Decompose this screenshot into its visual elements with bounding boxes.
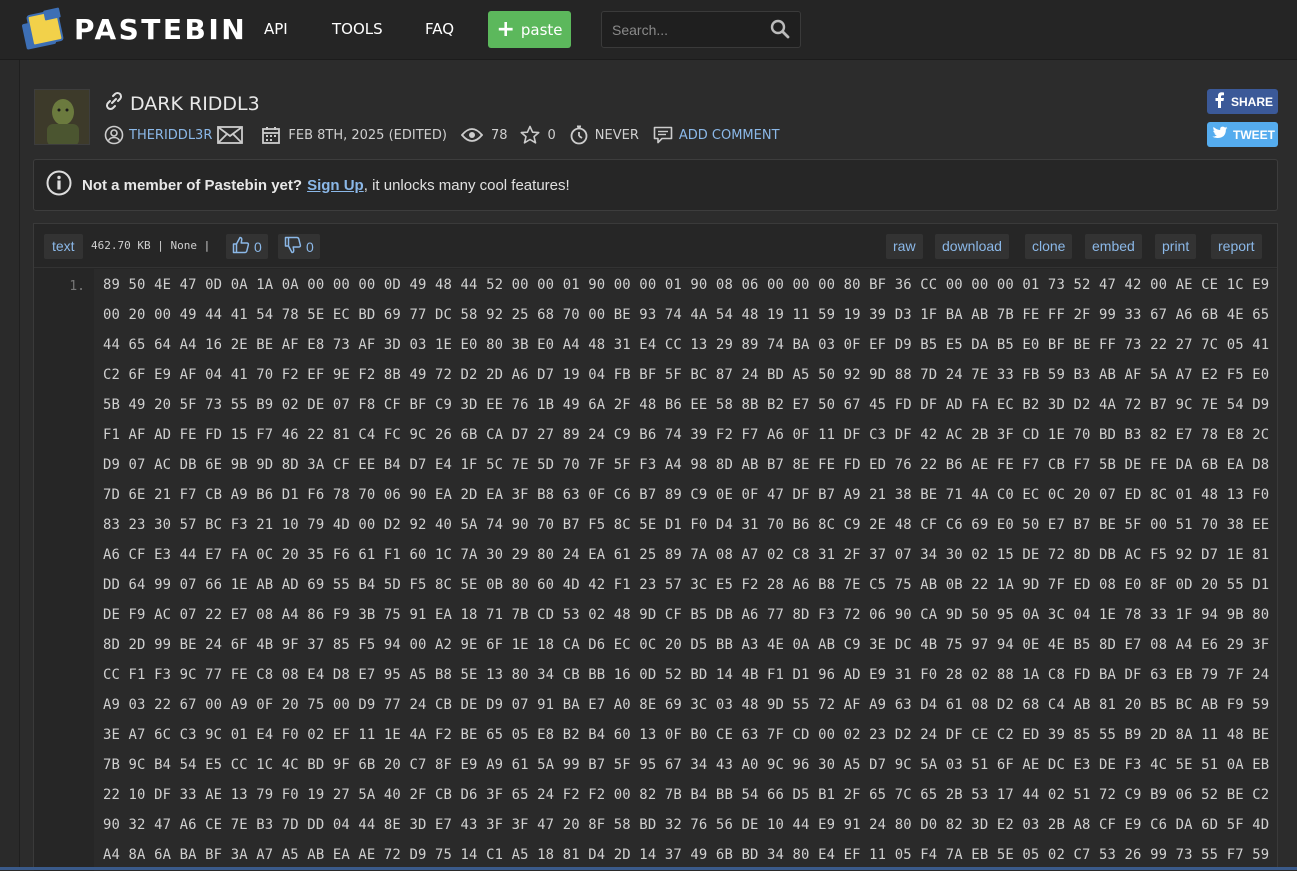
like-button[interactable]: 0: [226, 234, 268, 259]
pastebin-logo-icon: [21, 7, 66, 51]
author-link[interactable]: THERIDDL3R: [129, 128, 212, 143]
clone-button[interactable]: clone: [1025, 234, 1073, 259]
paste-title-row: DARK RIDDL3: [104, 91, 260, 116]
signup-link[interactable]: Sign Up: [307, 177, 364, 194]
code-text-row: A9 03 22 67 00 A9 0F 20 75 00 D9 77 24 C…: [103, 697, 1277, 713]
thumbs-down-icon: [284, 236, 302, 257]
code-text-row: D9 07 AC DB 6E 9B 9D 8D 3A CF EE B4 D7 E…: [103, 457, 1277, 473]
code-text-row: 7D 6E 21 F7 CB A9 B6 D1 F6 78 70 06 90 E…: [103, 487, 1277, 503]
code-text-row: 5B 49 20 5F 73 55 B9 02 DE 07 F8 CF BF C…: [103, 397, 1277, 413]
code-text-row: 83 23 30 57 BC F3 21 10 79 4D 00 D2 92 4…: [103, 517, 1277, 533]
search-icon[interactable]: [770, 19, 790, 44]
code-text-row: DE F9 AC 07 22 E7 08 A4 86 F9 3B 75 91 E…: [103, 607, 1277, 623]
facebook-share-button[interactable]: SHARE: [1207, 89, 1278, 114]
like-count: 0: [254, 238, 262, 255]
line-gutter: 1.: [34, 269, 94, 871]
paste-date: FEB 8TH, 2025 (EDITED): [288, 127, 447, 143]
view-count: 78: [490, 127, 508, 143]
paste-size: 462.70 KB: [91, 239, 151, 252]
code-toolbar: text 462.70 KB | None | 0 0 raw download…: [34, 224, 1277, 268]
code-text-row: A4 8A 6A BA BF 3A A7 A5 AB EA AE 72 D9 7…: [103, 847, 1277, 863]
link-icon: [104, 91, 124, 116]
info-icon: [46, 170, 72, 200]
paste-size-info: 462.70 KB | None |: [91, 239, 211, 252]
facebook-icon: [1212, 92, 1226, 111]
nav-tools[interactable]: TOOLS: [332, 20, 383, 38]
plus-icon: +: [496, 16, 515, 42]
paste-title: DARK RIDDL3: [130, 92, 260, 115]
logo-link[interactable]: PASTEBIN: [21, 5, 248, 53]
print-button[interactable]: print: [1155, 234, 1197, 259]
syntax-tag[interactable]: text: [44, 234, 83, 259]
expiry: NEVER: [594, 127, 639, 143]
line-number: 1.: [69, 279, 85, 294]
code-text-row: 89 50 4E 47 0D 0A 1A 0A 00 00 00 0D 49 4…: [103, 277, 1277, 293]
stopwatch-icon: [569, 125, 589, 145]
download-button[interactable]: download: [935, 234, 1009, 259]
top-bar: PASTEBIN API TOOLS FAQ + paste: [0, 0, 1297, 60]
code-text-row: 8D 2D 99 BE 24 6F 4B 9F 37 85 F5 94 00 A…: [103, 637, 1277, 653]
brand-name: PASTEBIN: [74, 12, 248, 46]
code-text-row: 7B 9C B4 54 E5 CC 1C 4C BD 9F 6B 20 C7 8…: [103, 757, 1277, 773]
dislike-count: 0: [306, 238, 314, 255]
rating-count: 0: [547, 127, 556, 143]
new-paste-button[interactable]: + paste: [488, 11, 571, 48]
avatar[interactable]: [34, 89, 90, 145]
calendar-icon: [261, 125, 281, 145]
mail-icon[interactable]: [217, 126, 244, 144]
new-paste-label: paste: [520, 20, 563, 39]
embed-button[interactable]: embed: [1085, 234, 1142, 259]
code-text-row: C2 6F E9 AF 04 41 70 F2 EF 9E F2 8B 49 7…: [103, 367, 1277, 383]
raw-button[interactable]: raw: [886, 234, 923, 259]
code-text-row: 90 32 47 A6 CE 7E B3 7D DD 04 44 8E 3D E…: [103, 817, 1277, 833]
code-text-row: DD 64 99 07 66 1E AB AD 69 55 B4 5D F5 8…: [103, 577, 1277, 593]
code-content[interactable]: 89 50 4E 47 0D 0A 1A 0A 00 00 00 0D 49 4…: [94, 269, 1277, 871]
code-text-row: CC F1 F3 9C 77 FE C8 08 E4 D8 E7 95 A5 B…: [103, 667, 1277, 683]
paste-category: None: [170, 239, 197, 252]
search-input[interactable]: [602, 12, 762, 47]
tweet-label: TWEET: [1233, 127, 1275, 142]
signup-notice: Not a member of Pastebin yet? Sign Up , …: [33, 159, 1278, 211]
dislike-button[interactable]: 0: [278, 234, 320, 259]
notice-rest: , it unlocks many cool features!: [363, 176, 570, 194]
code-text-row: 44 65 64 A4 16 2E BE AF E8 73 AF 3D 03 1…: [103, 337, 1277, 353]
comment-icon: [653, 126, 673, 144]
nav-api[interactable]: API: [264, 20, 288, 38]
report-button[interactable]: report: [1211, 234, 1262, 259]
paste-code-box: text 462.70 KB | None | 0 0 raw download…: [33, 223, 1278, 871]
nav-faq[interactable]: FAQ: [425, 20, 454, 38]
thumbs-up-icon: [232, 236, 250, 257]
user-icon: [104, 125, 124, 145]
code-text-row: A6 CF E3 44 E7 FA 0C 20 35 F6 61 F1 60 1…: [103, 547, 1277, 563]
notice-lead: Not a member of Pastebin yet?: [82, 176, 303, 194]
twitter-bird-icon: [1212, 126, 1228, 143]
code-text-row: 3E A7 6C C3 9C 01 E4 F0 02 EF 11 1E 4A F…: [103, 727, 1277, 743]
star-icon[interactable]: [520, 125, 540, 145]
paste-meta: THERIDDL3R FEB 8TH, 2025 (EDITED) 78 0 N…: [104, 124, 780, 146]
search-box: [601, 11, 801, 48]
eye-icon: [460, 127, 483, 143]
code-text-row: 22 10 DF 33 AE 13 79 F0 19 27 5A 40 2F C…: [103, 787, 1277, 803]
add-comment-link[interactable]: ADD COMMENT: [679, 128, 780, 143]
code-text-row: F1 AF AD FE FD 15 F7 46 22 81 C4 FC 9C 2…: [103, 427, 1277, 443]
twitter-share-button[interactable]: TWEET: [1207, 122, 1278, 147]
share-label: SHARE: [1231, 94, 1274, 109]
code-text-row: 00 20 00 49 44 41 54 78 5E EC BD 69 77 D…: [103, 307, 1277, 323]
